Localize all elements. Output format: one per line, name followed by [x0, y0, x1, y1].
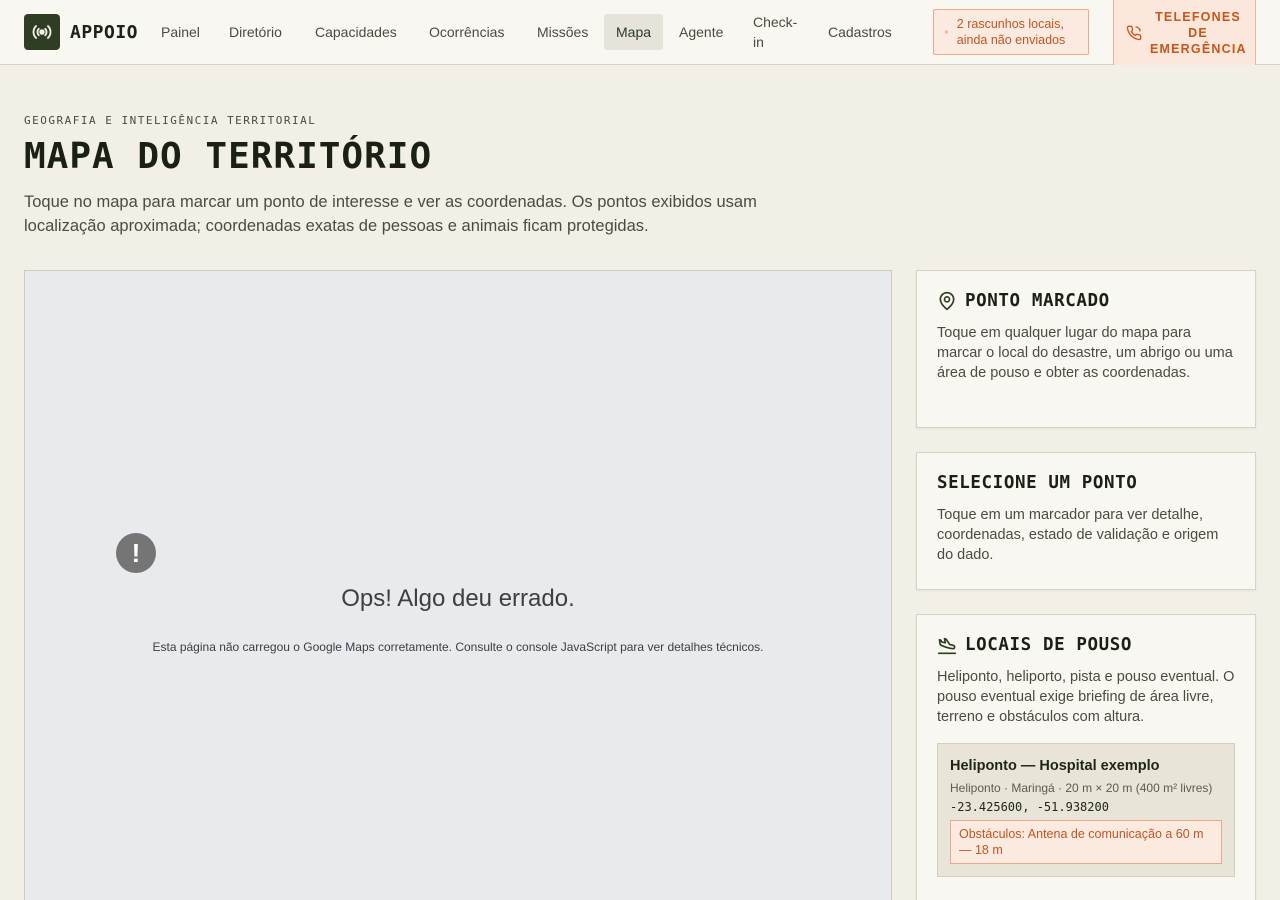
drafts-badge[interactable]: 2 rascunhos locais, ainda não enviados [933, 9, 1089, 55]
nav-item-painel[interactable]: Painel [149, 14, 212, 50]
landing-site-obstacles: Obstáculos: Antena de comunicação a 60 m… [950, 820, 1222, 864]
page-title: MAPA DO TERRITÓRIO [24, 136, 433, 177]
map-pin-icon [939, 291, 955, 311]
landing-sites-heading: LOCAIS DE POUSO [937, 635, 1235, 655]
landing-site-item[interactable]: Heliponto — Hospital exemplo Heliponto ·… [937, 743, 1235, 877]
radio-broadcast-icon [24, 14, 60, 50]
landing-sites-card: LOCAIS DE POUSO Heliponto, heliporto, pi… [916, 614, 1256, 900]
select-point-title: SELECIONE UM PONTO [937, 473, 1138, 493]
nav-item-ocorrencias[interactable]: Ocorrências [417, 14, 516, 50]
map-error-detail: Esta página não carregou o Google Maps c… [152, 640, 764, 654]
landing-site-name: Heliponto — Hospital exemplo [950, 758, 1160, 774]
page-description: Toque no mapa para marcar um ponto de in… [24, 193, 757, 235]
landing-site-meta: Heliponto · Maringá · 20 m × 20 m (400 m… [950, 781, 1213, 795]
landing-sites-title: LOCAIS DE POUSO [965, 635, 1133, 655]
select-point-card: SELECIONE UM PONTO Toque em um marcador … [916, 452, 1256, 590]
marked-point-card: PONTO MARCADO Toque em qualquer lugar do… [916, 270, 1256, 428]
sync-icon [944, 30, 949, 34]
emergency-phones-label: TELEFONES DE EMERGÊNCIA [1150, 9, 1247, 56]
nav-item-diretorio[interactable]: Diretório [217, 14, 294, 50]
page-eyebrow: GEOGRAFIA E INTELIGÊNCIA TERRITORIAL [24, 114, 317, 127]
marked-point-title: PONTO MARCADO [965, 291, 1110, 311]
nav-item-capacidades[interactable]: Capacidades [303, 14, 409, 50]
phone-icon [1126, 25, 1142, 40]
landing-site-coords: -23.425600, -51.938200 [950, 800, 1109, 814]
drafts-badge-label: 2 rascunhos locais, ainda não enviados [956, 17, 1066, 47]
marked-point-body: Toque em qualquer lugar do mapa para mar… [937, 325, 1233, 381]
nav-item-cadastros[interactable]: Cadastros [816, 14, 904, 50]
nav-item-agente[interactable]: Agente [667, 14, 735, 50]
select-point-heading: SELECIONE UM PONTO [937, 473, 1235, 493]
select-point-body: Toque em um marcador para ver detalhe, c… [937, 507, 1219, 563]
nav-item-missoes[interactable]: Missões [525, 14, 600, 50]
error-icon: ! [116, 533, 156, 573]
top-navbar: APPOIO Painel Diretório Capacidades Ocor… [0, 0, 1280, 65]
app-name: APPOIO [70, 21, 139, 43]
plane-landing-icon [937, 637, 957, 655]
brand[interactable]: APPOIO [24, 14, 138, 50]
landing-sites-body: Heliponto, heliporto, pista e pouso even… [937, 669, 1235, 725]
nav-item-check-in[interactable]: Check-in [741, 12, 811, 50]
marked-point-heading: PONTO MARCADO [937, 291, 1235, 311]
map-error-title: Ops! Algo deu errado. [341, 585, 575, 612]
nav-item-mapa[interactable]: Mapa [604, 14, 664, 50]
map-canvas[interactable]: ! Ops! Algo deu errado. Esta página não … [24, 270, 892, 900]
emergency-phones-button[interactable]: TELEFONES DE EMERGÊNCIA [1113, 0, 1256, 65]
